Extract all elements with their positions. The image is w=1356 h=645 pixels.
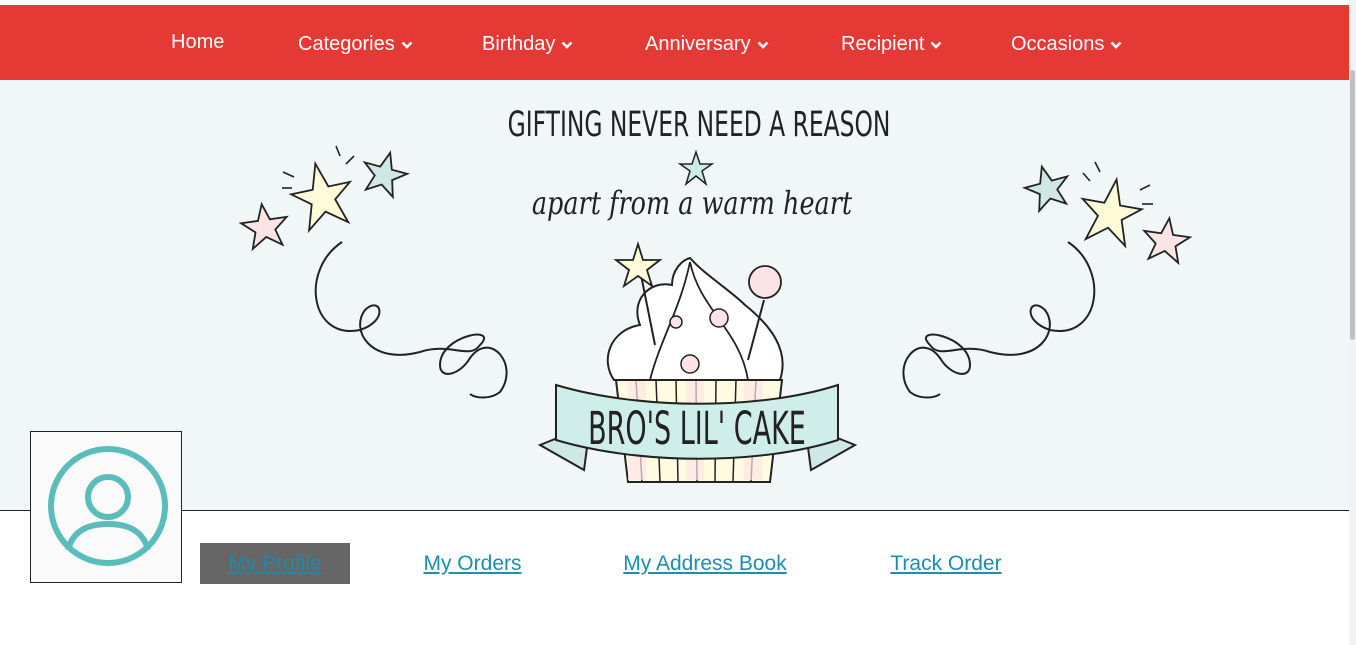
user-icon — [48, 446, 168, 566]
profile-avatar[interactable] — [30, 431, 182, 583]
small-star-icon — [677, 149, 715, 187]
tab-my-orders[interactable]: My Orders — [410, 543, 535, 584]
striped-star-icon — [362, 150, 411, 200]
brand-name: BRO'S LIL' CAKE — [588, 403, 806, 455]
hero-banner: GIFTING NEVER NEED A REASON apart from a… — [0, 80, 1349, 511]
tab-my-orders-label: My Orders — [423, 551, 522, 575]
tab-track-order[interactable]: Track Order — [876, 543, 1016, 584]
chevron-down-icon — [401, 40, 413, 50]
tab-my-profile[interactable]: My Profile — [200, 543, 350, 584]
nav-home-label: Home — [171, 31, 225, 53]
dotted-star-icon — [1142, 215, 1193, 266]
dotted-star-icon — [238, 201, 289, 252]
nav-birthday-label: Birthday — [482, 33, 556, 55]
nav-occasions-label: Occasions — [1011, 33, 1105, 55]
cupcake-logo: BRO'S LIL' CAKE — [537, 240, 858, 483]
star-icon — [288, 160, 353, 234]
page-scrollbar[interactable] — [1349, 0, 1356, 645]
star-icon — [1080, 176, 1145, 249]
chevron-down-icon — [1110, 40, 1122, 50]
nav-categories[interactable]: Categories — [298, 7, 413, 82]
nav-birthday[interactable]: Birthday — [482, 7, 573, 82]
left-stars-decoration — [238, 145, 508, 399]
tagline-bottom: apart from a warm heart — [532, 184, 853, 221]
nav-categories-label: Categories — [298, 33, 395, 55]
tab-my-profile-label: My Profile — [228, 551, 322, 575]
banner-illustration: GIFTING NEVER NEED A REASON apart from a… — [238, 104, 1193, 483]
chevron-down-icon — [561, 40, 573, 50]
striped-star-icon — [1021, 164, 1070, 214]
nav-recipient[interactable]: Recipient — [841, 7, 942, 82]
tab-my-address-book-label: My Address Book — [623, 551, 787, 575]
nav-anniversary-label: Anniversary — [645, 33, 751, 55]
scrollbar-thumb[interactable] — [1350, 70, 1355, 340]
main-navbar: Home Categories Birthday Anniversary Rec… — [0, 5, 1349, 80]
nav-recipient-label: Recipient — [841, 33, 925, 55]
nav-anniversary[interactable]: Anniversary — [645, 7, 769, 82]
nav-occasions[interactable]: Occasions — [1011, 7, 1122, 82]
topper-star-icon — [613, 240, 663, 289]
chevron-down-icon — [930, 40, 942, 50]
right-stars-decoration — [902, 161, 1193, 399]
chevron-down-icon — [757, 40, 769, 50]
tab-track-order-label: Track Order — [890, 551, 1002, 575]
tab-my-address-book[interactable]: My Address Book — [605, 543, 805, 584]
nav-home[interactable]: Home — [171, 5, 224, 80]
tagline-top: GIFTING NEVER NEED A REASON — [508, 104, 891, 144]
